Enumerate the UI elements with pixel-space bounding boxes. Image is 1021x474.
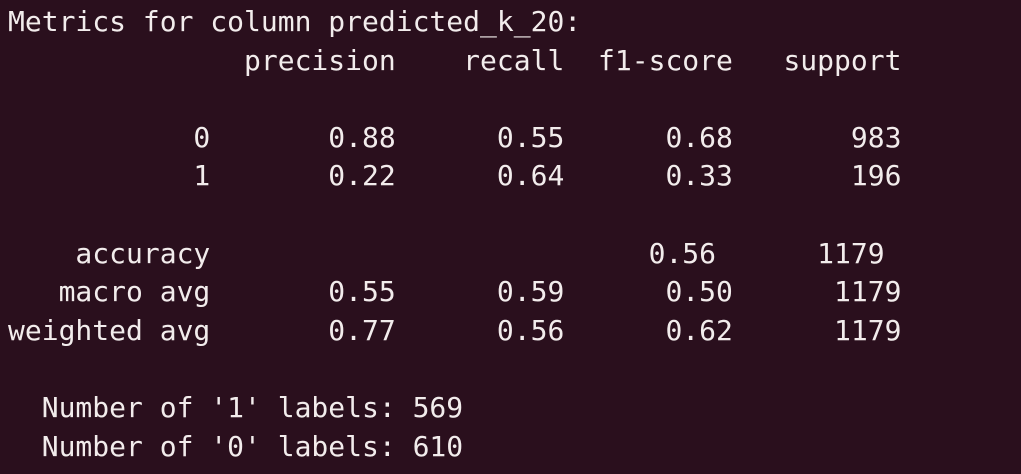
accuracy-row: accuracy 0.56 1179 — [8, 236, 885, 270]
weighted-avg-row: weighted avg 0.77 0.56 0.62 1179 — [8, 313, 902, 347]
class-1-row: 1 0.22 0.64 0.33 196 — [8, 159, 902, 193]
report-header-row: precision recall f1-score support — [8, 43, 902, 77]
macro-avg-row: macro avg 0.55 0.59 0.50 1179 — [8, 275, 902, 309]
label-count-1: Number of '1' labels: 569 — [8, 390, 464, 424]
label-count-0: Number of '0' labels: 610 — [8, 429, 464, 463]
metrics-heading: Metrics for column predicted_k_20: — [8, 5, 582, 38]
class-0-row: 0 0.88 0.55 0.68 983 — [8, 120, 902, 154]
terminal-output[interactable]: Metrics for column predicted_k_20: preci… — [0, 0, 1021, 474]
